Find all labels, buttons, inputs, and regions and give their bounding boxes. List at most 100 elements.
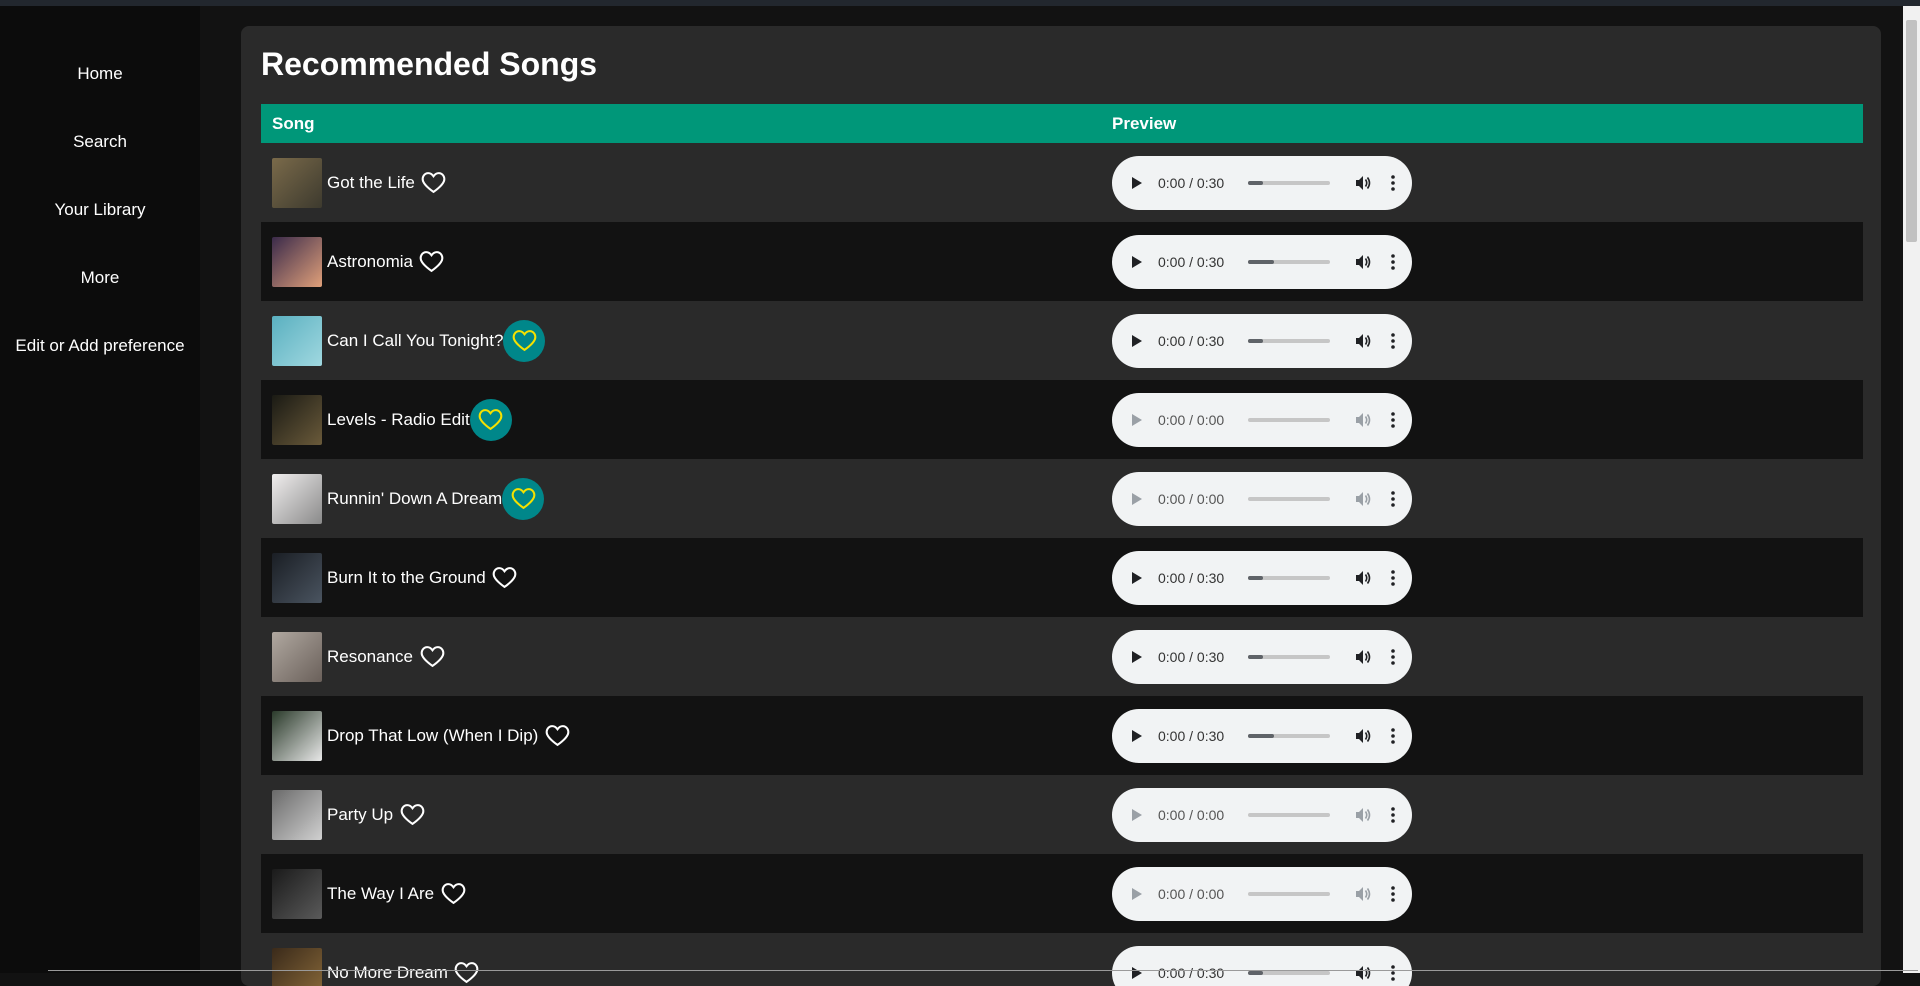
play-icon[interactable] — [1130, 650, 1144, 664]
volume-icon[interactable] — [1354, 253, 1372, 271]
song-name: Party Up — [327, 805, 393, 825]
play-icon[interactable] — [1130, 492, 1144, 506]
progress-slider[interactable] — [1248, 655, 1330, 659]
song-name: Astronomia — [327, 252, 413, 272]
song-cell: Got the Life — [261, 158, 1112, 208]
audio-player[interactable]: 0:00 / 0:30 — [1112, 709, 1412, 763]
progress-fill — [1248, 181, 1263, 185]
heart-icon[interactable] — [490, 563, 520, 593]
audio-player[interactable]: 0:00 / 0:00 — [1112, 867, 1412, 921]
more-options-icon[interactable] — [1391, 807, 1395, 823]
volume-icon[interactable] — [1354, 569, 1372, 587]
volume-icon[interactable] — [1354, 174, 1372, 192]
play-icon[interactable] — [1130, 176, 1144, 190]
play-icon[interactable] — [1130, 887, 1144, 901]
sidebar-item-more[interactable]: More — [0, 268, 200, 336]
heart-icon[interactable] — [470, 399, 512, 441]
main-panel: Recommended Songs Song Preview Got the L… — [241, 26, 1881, 986]
play-icon[interactable] — [1130, 808, 1144, 822]
song-name: Resonance — [327, 647, 413, 667]
volume-icon[interactable] — [1354, 411, 1372, 429]
volume-icon[interactable] — [1354, 806, 1372, 824]
audio-player[interactable]: 0:00 / 0:00 — [1112, 393, 1412, 447]
scrollbar-thumb[interactable] — [1906, 20, 1917, 242]
heart-icon[interactable] — [419, 168, 449, 198]
play-icon[interactable] — [1130, 255, 1144, 269]
progress-slider[interactable] — [1248, 497, 1330, 501]
table-row: The Way I Are 0:00 / 0:00 — [261, 854, 1863, 933]
heart-icon[interactable] — [417, 642, 447, 672]
progress-slider[interactable] — [1248, 260, 1330, 264]
table-row: Levels - Radio Edit 0:00 / 0:00 — [261, 380, 1863, 459]
sidebar-item-search[interactable]: Search — [0, 132, 200, 200]
play-icon[interactable] — [1130, 334, 1144, 348]
column-header-song: Song — [261, 114, 1112, 134]
table-row: Runnin' Down A Dream 0:00 / 0:00 — [261, 459, 1863, 538]
more-options-icon[interactable] — [1391, 886, 1395, 902]
audio-player[interactable]: 0:00 / 0:30 — [1112, 551, 1412, 605]
heart-icon[interactable] — [503, 320, 545, 362]
heart-icon[interactable] — [438, 879, 468, 909]
audio-time: 0:00 / 0:30 — [1158, 254, 1234, 270]
song-cell: No More Dream — [261, 948, 1112, 986]
song-cell: Burn It to the Ground — [261, 553, 1112, 603]
audio-time: 0:00 / 0:30 — [1158, 728, 1234, 744]
audio-time: 0:00 / 0:30 — [1158, 649, 1234, 665]
progress-slider[interactable] — [1248, 339, 1330, 343]
more-options-icon[interactable] — [1391, 570, 1395, 586]
more-options-icon[interactable] — [1391, 254, 1395, 270]
heart-icon[interactable] — [417, 247, 447, 277]
volume-icon[interactable] — [1354, 885, 1372, 903]
heart-icon[interactable] — [452, 958, 482, 986]
album-cover — [272, 869, 322, 919]
more-options-icon[interactable] — [1391, 333, 1395, 349]
audio-player[interactable]: 0:00 / 0:30 — [1112, 314, 1412, 368]
play-icon[interactable] — [1130, 729, 1144, 743]
song-cell: Levels - Radio Edit — [261, 395, 1112, 445]
song-cell: Runnin' Down A Dream — [261, 474, 1112, 524]
heart-icon[interactable] — [397, 800, 427, 830]
table-row: No More Dream 0:00 / 0:30 — [261, 933, 1863, 986]
volume-icon[interactable] — [1354, 332, 1372, 350]
volume-icon[interactable] — [1354, 727, 1372, 745]
top-bar — [0, 0, 1920, 6]
volume-icon[interactable] — [1354, 648, 1372, 666]
more-options-icon[interactable] — [1391, 412, 1395, 428]
page-title: Recommended Songs — [261, 46, 597, 83]
more-options-icon[interactable] — [1391, 728, 1395, 744]
progress-slider[interactable] — [1248, 892, 1330, 896]
song-name: Got the Life — [327, 173, 415, 193]
scrollbar[interactable] — [1903, 6, 1920, 973]
progress-slider[interactable] — [1248, 813, 1330, 817]
sidebar-item-edit-preference[interactable]: Edit or Add preference — [0, 336, 200, 404]
sidebar-item-home[interactable]: Home — [0, 64, 200, 132]
more-options-icon[interactable] — [1391, 491, 1395, 507]
more-options-icon[interactable] — [1391, 175, 1395, 191]
heart-icon[interactable] — [502, 478, 544, 520]
song-name: Drop That Low (When I Dip) — [327, 726, 538, 746]
audio-player[interactable]: 0:00 / 0:30 — [1112, 156, 1412, 210]
song-cell: Astronomia — [261, 237, 1112, 287]
play-icon[interactable] — [1130, 413, 1144, 427]
sidebar-item-library[interactable]: Your Library — [0, 200, 200, 268]
audio-player[interactable]: 0:00 / 0:30 — [1112, 946, 1412, 986]
audio-player[interactable]: 0:00 / 0:00 — [1112, 788, 1412, 842]
progress-slider[interactable] — [1248, 418, 1330, 422]
album-cover — [272, 711, 322, 761]
table-row: Party Up 0:00 / 0:00 — [261, 775, 1863, 854]
audio-player[interactable]: 0:00 / 0:30 — [1112, 235, 1412, 289]
volume-icon[interactable] — [1354, 490, 1372, 508]
audio-player[interactable]: 0:00 / 0:30 — [1112, 630, 1412, 684]
progress-slider[interactable] — [1248, 734, 1330, 738]
more-options-icon[interactable] — [1391, 649, 1395, 665]
column-header-preview: Preview — [1112, 114, 1176, 134]
heart-icon[interactable] — [542, 721, 572, 751]
progress-slider[interactable] — [1248, 181, 1330, 185]
progress-slider[interactable] — [1248, 576, 1330, 580]
play-icon[interactable] — [1130, 571, 1144, 585]
song-name: Burn It to the Ground — [327, 568, 486, 588]
sidebar-nav: Home Search Your Library More Edit or Ad… — [0, 64, 200, 404]
audio-player[interactable]: 0:00 / 0:00 — [1112, 472, 1412, 526]
table-row: Can I Call You Tonight? 0:00 / 0:30 — [261, 301, 1863, 380]
song-cell: The Way I Are — [261, 869, 1112, 919]
